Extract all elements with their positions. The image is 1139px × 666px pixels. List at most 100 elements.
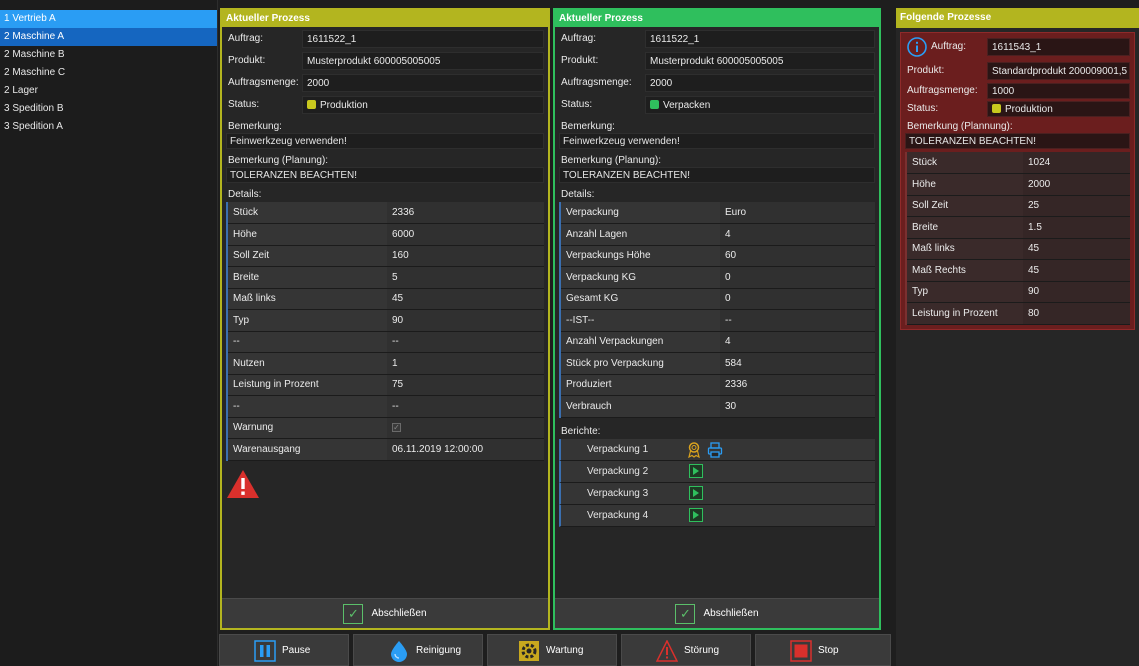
detail-key: Höhe [226,223,387,246]
detail-value: 90 [387,309,544,332]
detail-value: 90 [1023,281,1130,303]
quantity-row: Auftragsmenge: 1000 [905,83,1130,99]
product-value: Musterprodukt 600005005005 [302,52,544,70]
play-icon[interactable] [689,463,703,478]
remark-value: Feinwerkzeug verwenden! [226,133,544,149]
remark-label: Bemerkung: [228,121,282,132]
status-value: Verpacken [645,96,875,114]
sidebar-item-maschine-c[interactable]: 2 Maschine C [0,64,217,82]
planning-remark-label: Bemerkung (Planung): [228,155,329,166]
planning-remark-value: TOLERANZEN BEACHTEN! [226,167,544,183]
detail-key: -- [226,395,387,418]
detail-key: Typ [905,281,1023,303]
reports-list: Verpackung 1 Verpackung 2 Verpackung 3 V… [559,438,875,527]
sidebar: 1 Vertrieb A 2 Maschine A 2 Maschine B 2… [0,0,218,666]
play-icon[interactable] [689,507,703,522]
product-row: Produkt: Musterprodukt 600005005005 [226,51,544,71]
current-process-panel-1: Aktueller Prozess Auftrag: 1611522_1 Pro… [220,8,550,630]
sidebar-item-maschine-a[interactable]: 2 Maschine A [0,28,217,46]
info-icon [907,37,927,60]
detail-value: 45 [387,288,544,310]
panel-title: Aktueller Prozess [555,10,879,27]
planning-remark-label: Bemerkung (Plannung): [907,121,1013,132]
sidebar-item-vertrieb-a[interactable]: 1 Vertrieb A [0,10,217,28]
detail-value: 6000 [387,223,544,246]
detail-value: -- [720,309,875,332]
table-row: Nutzen 1 [226,352,544,375]
detail-value: 0 [720,266,875,289]
detail-value: 45 [1023,259,1130,282]
detail-key: Produziert [559,374,720,396]
stop-button[interactable]: Stop [755,634,891,666]
quantity-row: Auftragsmenge: 2000 [226,73,544,93]
complete-button[interactable]: ✓ Abschließen [222,598,548,628]
detail-value: 2000 [1023,173,1130,196]
table-row: Verpackung Euro [559,202,875,224]
planning-remark-label: Bemerkung (Planung): [561,155,662,166]
cleaning-label: Reinigung [416,645,462,656]
warning-icon [655,639,679,662]
detail-value: 06.11.2019 12:00:00 [387,438,544,461]
detail-key: Verbrauch [559,395,720,418]
status-label: Status: [907,103,939,114]
detail-value: 4 [720,331,875,353]
table-row: Anzahl Lagen 4 [559,223,875,246]
maintenance-button[interactable]: Wartung [487,634,617,666]
sidebar-item-lager[interactable]: 2 Lager [0,82,217,100]
status-label: Status: [228,99,260,110]
complete-button[interactable]: ✓ Abschließen [555,598,879,628]
pause-button[interactable]: Pause [219,634,349,666]
detail-value: 4 [720,223,875,246]
table-row: Warnung ✓ [226,417,544,439]
table-row: Stück 1024 [905,152,1130,174]
report-name: Verpackung 4 [587,509,649,521]
detail-key: Warnung [226,417,387,439]
detail-key: Stück pro Verpackung [559,352,720,375]
detail-value: -- [387,395,544,418]
sidebar-item-maschine-b[interactable]: 2 Maschine B [0,46,217,64]
list-item: Verpackung 1 [559,438,875,461]
details-table: Stück 1024 Höhe 2000 Soll Zeit 25 Breite 1.5… [905,152,1130,325]
warning-checkbox[interactable]: ✓ [392,423,401,433]
product-label: Produkt: [561,55,599,66]
list-item: Verpackung 4 [559,504,875,527]
detail-key: Soll Zeit [226,245,387,267]
detail-value: 2336 [387,202,544,224]
detail-value: 160 [387,245,544,267]
next-process-card[interactable]: Auftrag: 1611543_1 Produkt: Standardprod… [900,32,1135,330]
pause-icon [254,640,276,662]
print-icon[interactable] [707,441,723,461]
detail-value: 1024 [1023,152,1130,174]
cleaning-button[interactable]: Reinigung [353,634,483,666]
detail-value: 2336 [720,374,875,396]
detail-value: 45 [1023,238,1130,260]
maintenance-label: Wartung [546,645,584,656]
quantity-value: 2000 [302,74,544,92]
quantity-label: Auftragsmenge: [907,85,978,96]
malfunction-button[interactable]: Störung [621,634,751,666]
status-text: Verpacken [663,100,711,111]
table-row: Leistung in Prozent 75 [226,374,544,396]
sidebar-item-spedition-b[interactable]: 3 Spedition B [0,100,217,118]
quantity-row: Auftragsmenge: 2000 [559,73,875,93]
detail-key: Stück [226,202,387,224]
detail-value: 60 [720,245,875,267]
details-label: Details: [228,189,262,200]
play-icon[interactable] [689,485,703,500]
award-icon[interactable] [687,441,701,461]
table-row: Stück pro Verpackung 584 [559,352,875,375]
detail-value: 584 [720,352,875,375]
order-label: Auftrag: [228,33,264,44]
table-row: Verpackungs Höhe 60 [559,245,875,267]
status-indicator-icon [992,104,1001,113]
status-row: Status: Produktion [226,95,544,115]
complete-label: Abschließen [703,608,759,619]
sidebar-item-spedition-a[interactable]: 3 Spedition A [0,118,217,136]
table-row: -- -- [226,331,544,353]
product-row: Produkt: Standardprodukt 200009001,5 [905,61,1130,81]
product-label: Produkt: [228,55,266,66]
detail-key: Verpackungs Höhe [559,245,720,267]
detail-key: Nutzen [226,352,387,375]
order-row: Auftrag: 1611522_1 [226,29,544,49]
order-value: 1611543_1 [987,38,1130,56]
